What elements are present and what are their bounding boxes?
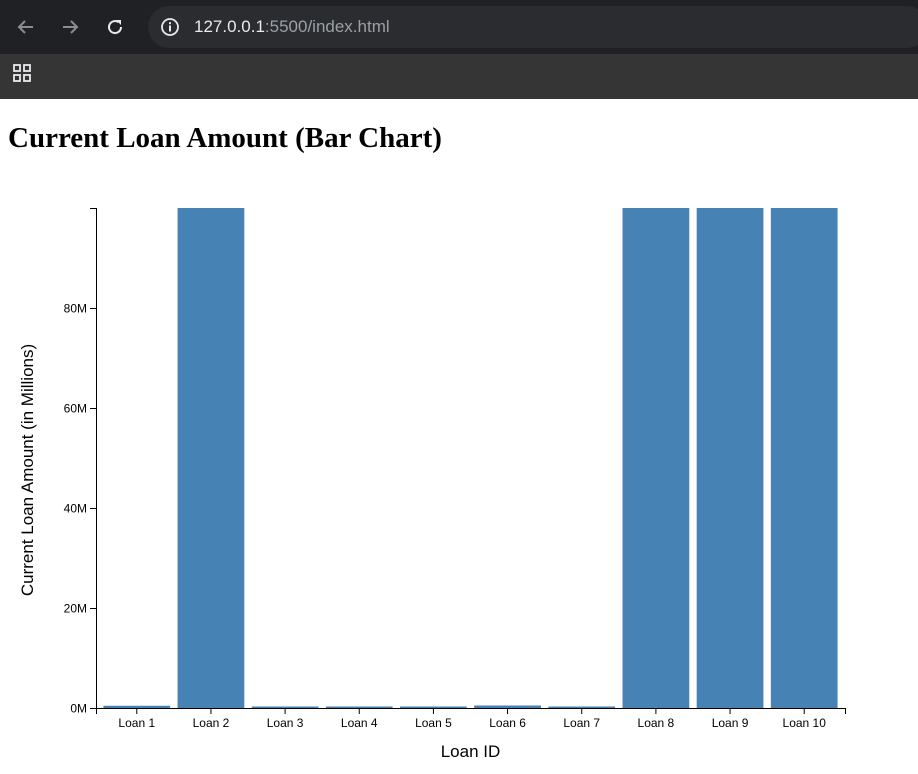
x-tick-label: Loan 3 <box>267 716 304 730</box>
y-axis-line <box>90 208 97 709</box>
y-tick-label: 80M <box>64 302 87 316</box>
apps-grid-icon[interactable] <box>12 63 32 83</box>
bars-group <box>103 208 838 708</box>
x-tick-label: Loan 2 <box>193 716 230 730</box>
x-tick-label: Loan 6 <box>489 716 526 730</box>
bar-chart: 0M20M40M60M80M Loan 1 Loan 2 Loan 3 Loan 4L… <box>18 208 846 761</box>
url-host: 127.0.0.1 <box>194 17 265 36</box>
y-tick-label: 20M <box>64 602 87 616</box>
info-icon[interactable] <box>160 17 180 37</box>
x-tick-label: Loan 1 <box>118 716 155 730</box>
reload-button[interactable] <box>100 12 130 42</box>
bar-3 <box>251 706 319 708</box>
x-axis-line <box>96 708 846 714</box>
y-tick-label: 0M <box>70 702 87 716</box>
bar-10 <box>770 208 838 708</box>
forward-button[interactable] <box>55 12 85 42</box>
bar-4 <box>325 706 393 708</box>
x-tick-label: Loan 4 <box>341 716 378 730</box>
y-tick-label: 60M <box>64 402 87 416</box>
bar-2 <box>177 208 245 708</box>
bar-6 <box>474 705 541 708</box>
x-axis: Loan 1 Loan 2 Loan 3 Loan 4 Loan 5 Loan 6 Loan… <box>96 708 846 730</box>
y-tick-label: 40M <box>64 502 87 516</box>
y-axis: 0M 20M 40M 60M 80M <box>64 208 97 716</box>
bar-7 <box>548 706 616 708</box>
url-path: :5500/index.html <box>264 17 390 36</box>
x-tick-label: Loan 10 <box>783 716 827 730</box>
bar-1 <box>103 705 171 708</box>
url-text[interactable]: 127.0.0.1:5500/index.html <box>194 17 390 37</box>
address-bar[interactable]: 127.0.0.1:5500/index.html <box>148 6 918 48</box>
back-button[interactable] <box>11 12 41 42</box>
x-tick-label: Loan 7 <box>563 716 600 730</box>
browser-chrome: 127.0.0.1:5500/index.html <box>0 0 918 99</box>
x-tick-label: Loan 5 <box>415 716 452 730</box>
page-title: Current Loan Amount (Bar Chart) <box>8 122 442 154</box>
back-arrow-icon <box>17 20 33 34</box>
x-tick-label: Loan 8 <box>638 716 675 730</box>
bar-9 <box>696 208 764 708</box>
forward-arrow-icon <box>63 20 79 34</box>
browser-toolbar: 127.0.0.1:5500/index.html <box>0 0 918 54</box>
reload-icon <box>108 20 123 35</box>
bar-5 <box>400 706 467 708</box>
x-tick-label: Loan 9 <box>712 716 749 730</box>
y-axis-label: Current Loan Amount (in Millions) <box>18 344 37 596</box>
bar-8 <box>622 208 690 708</box>
x-axis-label: Loan ID <box>441 742 501 761</box>
